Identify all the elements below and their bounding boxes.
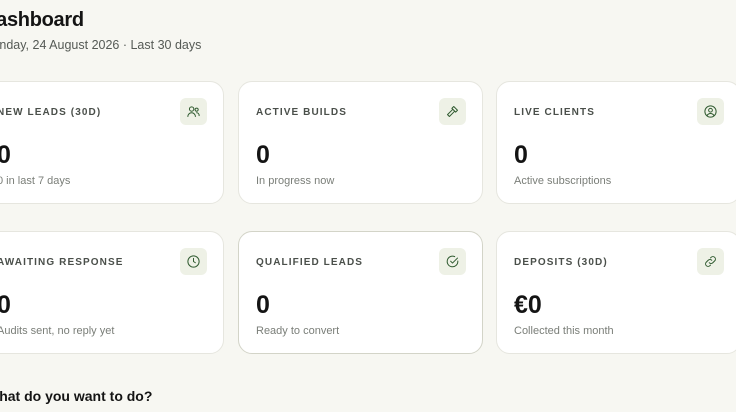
- stat-card-deposits[interactable]: Deposits (30d) €0 Collected this month: [496, 231, 736, 354]
- clock-icon: [180, 248, 207, 275]
- users-icon: [180, 98, 207, 125]
- stat-card-new-leads[interactable]: New leads (30d) 0 0 in last 7 days: [0, 81, 224, 204]
- stat-label: Active builds: [256, 107, 347, 118]
- check-circle-icon: [439, 248, 466, 275]
- stat-card-active-builds[interactable]: Active builds 0 In progress now: [238, 81, 483, 204]
- stat-description: Audits sent, no reply yet: [0, 325, 115, 337]
- stat-value: 0: [0, 291, 11, 319]
- stat-description: Ready to convert: [256, 325, 340, 337]
- stat-label: Awaiting response: [0, 257, 124, 268]
- stat-description: 0 in last 7 days: [0, 175, 71, 187]
- page-header: Dashboard Monday, 24 August 2026 · Last …: [0, 6, 201, 54]
- stat-label: Live clients: [514, 107, 595, 118]
- link-icon: [697, 248, 724, 275]
- stat-value: 0: [0, 141, 11, 169]
- stat-value: 0: [256, 291, 270, 319]
- stat-card-live-clients[interactable]: Live clients 0 Active subscriptions: [496, 81, 736, 204]
- stat-card-awaiting-response[interactable]: Awaiting response 0 Audits sent, no repl…: [0, 231, 224, 354]
- stat-label: Qualified leads: [256, 257, 364, 268]
- stat-label: New leads (30d): [0, 107, 102, 118]
- actions-section-title: What do you want to do?: [0, 388, 153, 404]
- stat-value: 0: [256, 141, 270, 169]
- page-title: Dashboard: [0, 9, 84, 31]
- page-subtitle: Monday, 24 August 2026 · Last 30 days: [0, 38, 202, 52]
- stat-description: Active subscriptions: [514, 175, 612, 187]
- user-circle-icon: [697, 98, 724, 125]
- stat-description: In progress now: [256, 175, 335, 187]
- stat-value: 0: [514, 141, 528, 169]
- hammer-icon: [439, 98, 466, 125]
- stat-label: Deposits (30d): [514, 257, 608, 268]
- stat-description: Collected this month: [514, 325, 614, 337]
- stat-value: €0: [514, 291, 542, 319]
- stat-card-qualified-leads[interactable]: Qualified leads 0 Ready to convert: [238, 231, 483, 354]
